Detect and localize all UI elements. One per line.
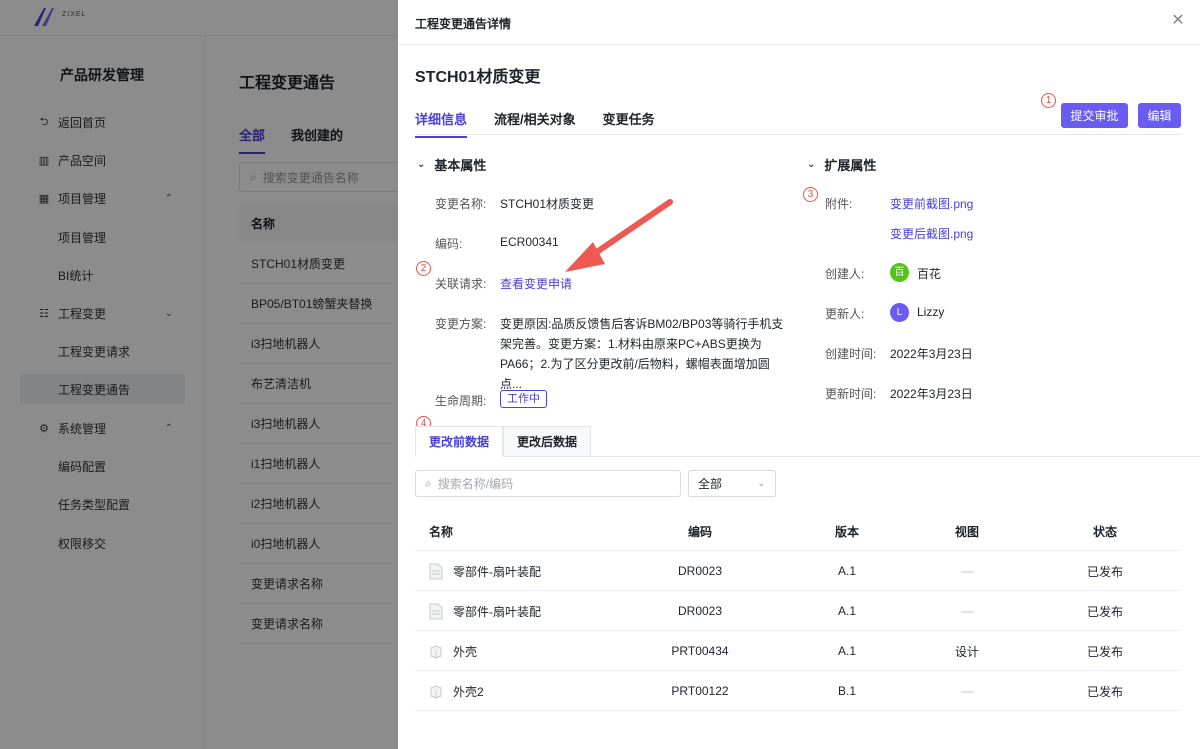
row-name: 外壳2 bbox=[453, 684, 484, 699]
row-version: B.1 bbox=[837, 684, 856, 698]
record-title: STCH01材质变更 bbox=[415, 69, 541, 86]
updater-name: Lizzy bbox=[917, 305, 945, 319]
row-status: 已发布 bbox=[1086, 684, 1123, 699]
creator-label: 创建人: bbox=[825, 267, 865, 281]
row-version: A.1 bbox=[837, 564, 856, 578]
row-code: DR0023 bbox=[677, 564, 723, 578]
row-status: 已发布 bbox=[1086, 564, 1123, 579]
extended-attributes-header[interactable]: ⌄ 扩展属性 bbox=[807, 155, 876, 174]
edit-button[interactable]: 编辑 bbox=[1138, 103, 1181, 128]
drawer-header: 工程变更通告详情 ✕ bbox=[398, 0, 1200, 45]
attachment-link-after[interactable]: 变更后截图.png bbox=[890, 225, 973, 242]
change-name-label: 变更名称: bbox=[435, 197, 487, 211]
row-code: DR0023 bbox=[677, 604, 723, 618]
search-input[interactable]: ⌕ 搜索名称/编码 bbox=[415, 470, 681, 497]
row-version: A.1 bbox=[837, 604, 856, 618]
filter-select[interactable]: 全部 ⌄ bbox=[688, 470, 776, 497]
table-row[interactable]: 外壳 PRT00434 A.1 设计 已发布 bbox=[415, 631, 1181, 671]
row-code: PRT00434 bbox=[671, 644, 729, 658]
row-version: A.1 bbox=[837, 644, 856, 658]
row-view: 设计 bbox=[954, 644, 979, 659]
row-name: 零部件-扇叶装配 bbox=[453, 564, 541, 579]
data-tabs: 更改前数据 更改后数据 bbox=[415, 426, 592, 457]
table-row[interactable]: 零部件-扇叶装配 DR0023 A.1 — 已发布 bbox=[415, 551, 1181, 591]
row-status: 已发布 bbox=[1086, 604, 1123, 619]
table-row[interactable]: 零部件-扇叶装配 DR0023 A.1 — 已发布 bbox=[415, 591, 1181, 631]
lifecycle-status-badge: 工作中 bbox=[500, 390, 547, 408]
row-name: 外壳 bbox=[453, 644, 478, 659]
tab-before-data[interactable]: 更改前数据 bbox=[415, 426, 504, 457]
marker-1: 1 bbox=[1041, 93, 1056, 108]
row-code: PRT00122 bbox=[671, 684, 729, 698]
tab-after-data[interactable]: 更改后数据 bbox=[503, 426, 592, 457]
column-header-name: 名称 bbox=[429, 524, 454, 539]
row-status: 已发布 bbox=[1086, 644, 1123, 659]
drawer-title: 工程变更通告详情 bbox=[415, 17, 512, 31]
box-icon bbox=[430, 644, 442, 659]
created-time-label: 创建时间: bbox=[825, 347, 877, 361]
chevron-down-icon: ⌄ bbox=[807, 159, 816, 170]
change-plan-label: 变更方案: bbox=[435, 317, 487, 331]
column-header-version: 版本 bbox=[834, 524, 859, 539]
annotation-arrow-icon bbox=[565, 199, 673, 272]
table-row[interactable]: 外壳2 PRT00122 B.1 — 已发布 bbox=[415, 671, 1181, 711]
box-icon bbox=[430, 684, 442, 699]
column-header-view: 视图 bbox=[954, 524, 979, 539]
tabs-divider bbox=[415, 134, 1181, 135]
document-icon bbox=[429, 603, 443, 619]
data-table: 名称 编码 版本 视图 状态 零部件-扇叶装配 DR0023 A.1 — 已发布… bbox=[415, 511, 1181, 711]
row-view: — bbox=[961, 604, 973, 618]
code-value: ECR00341 bbox=[500, 235, 559, 249]
creator-name: 百花 bbox=[917, 267, 942, 281]
column-header-status: 状态 bbox=[1092, 524, 1117, 539]
column-header-code: 编码 bbox=[687, 524, 712, 539]
attachment-link-before[interactable]: 变更前截图.png bbox=[890, 195, 973, 212]
chevron-down-icon: ⌄ bbox=[417, 159, 426, 170]
updated-time-value: 2022年3月23日 bbox=[890, 387, 973, 401]
search-icon: ⌕ bbox=[425, 476, 432, 490]
avatar: 百 bbox=[890, 263, 909, 282]
change-plan-value: 变更原因:品质反馈售后客诉BM02/BP03等骑行手机支架完善。变更方案：1.材… bbox=[500, 317, 784, 391]
notice-detail-drawer: 工程变更通告详情 ✕ STCH01材质变更 详细信息 流程/相关对象 变更任务 … bbox=[398, 0, 1200, 749]
row-view: — bbox=[961, 684, 973, 698]
row-view: — bbox=[961, 564, 973, 578]
row-name: 零部件-扇叶装配 bbox=[453, 604, 541, 619]
created-time-value: 2022年3月23日 bbox=[890, 347, 973, 361]
lifecycle-label: 生命周期: bbox=[435, 394, 487, 408]
submit-approval-button[interactable]: 提交审批 bbox=[1061, 103, 1128, 128]
document-icon bbox=[429, 563, 443, 579]
table-header-row: 名称 编码 版本 视图 状态 bbox=[415, 511, 1181, 551]
updated-time-label: 更新时间: bbox=[825, 387, 877, 401]
related-request-label: 关联请求: bbox=[435, 277, 487, 291]
marker-3: 3 bbox=[803, 187, 818, 202]
avatar: L bbox=[890, 303, 909, 322]
code-label: 编码: bbox=[435, 237, 463, 251]
basic-attributes-header[interactable]: ⌄ 基本属性 bbox=[417, 155, 486, 174]
marker-2: 2 bbox=[416, 261, 431, 276]
chevron-down-icon: ⌄ bbox=[757, 478, 765, 488]
close-icon[interactable]: ✕ bbox=[1170, 13, 1186, 29]
attachment-label: 附件: bbox=[825, 197, 853, 211]
updater-label: 更新人: bbox=[825, 307, 865, 321]
